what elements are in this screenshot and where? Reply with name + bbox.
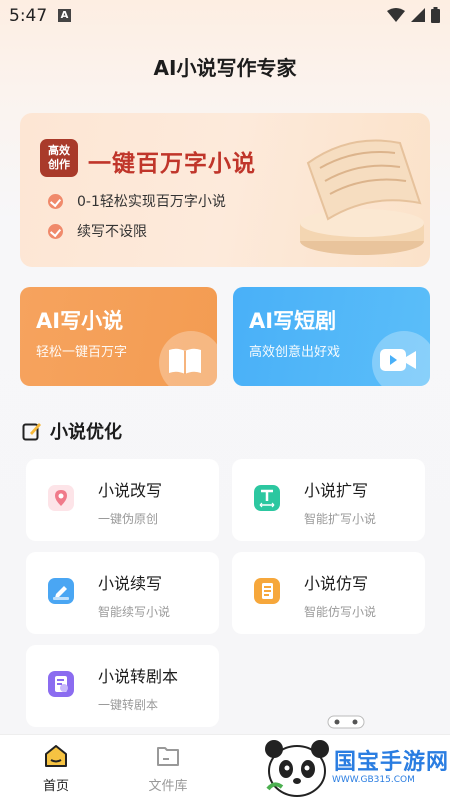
hero-banner[interactable]: 高效 创作 一键百万字小说 0-1轻松实现百万字小说 续写不设限	[20, 113, 430, 267]
book-icon	[169, 348, 201, 374]
wifi-icon	[387, 8, 405, 22]
tool-imitate[interactable]: 小说仿写 智能仿写小说	[232, 552, 425, 634]
home-icon	[45, 745, 67, 767]
tool-label: 小说续写	[98, 574, 163, 593]
tool-label: 小说改写	[98, 481, 163, 500]
ai-write-novel-card[interactable]: AI写小说 轻松一键百万字	[20, 287, 217, 386]
tool-expand[interactable]: 小说扩写 智能扩写小说	[232, 459, 425, 541]
battery-icon	[431, 7, 440, 23]
status-time: 5:47	[9, 6, 48, 26]
tool-desc: 智能扩写小说	[304, 512, 377, 526]
tool-desc: 智能仿写小说	[304, 605, 377, 619]
gamepad-icon	[327, 715, 365, 729]
signal-icon	[411, 8, 425, 22]
hero-feature-text: 0-1轻松实现百万字小说	[77, 194, 226, 210]
nav-label: 文件库	[148, 779, 188, 794]
pen-icon	[48, 578, 74, 604]
nav-home[interactable]: 首页	[26, 745, 86, 794]
hero-badge-line1: 高效	[48, 144, 70, 157]
hero-title: 一键百万字小说	[88, 151, 256, 177]
tool-label: 小说转剧本	[98, 667, 179, 686]
watermark-url: WWW.GB315.COM	[332, 775, 415, 785]
hero-badge: 高效 创作	[40, 139, 78, 177]
script-icon	[48, 671, 74, 697]
card-subtitle: 轻松一键百万字	[36, 345, 128, 360]
tool-rewrite[interactable]: 小说改写 一键伪原创	[26, 459, 219, 541]
tool-desc: 一键转剧本	[98, 698, 159, 712]
card-title: AI写小说	[36, 309, 124, 333]
notification-icon: A	[58, 9, 71, 22]
tool-to-script[interactable]: 小说转剧本 一键转剧本	[26, 645, 219, 727]
text-expand-icon	[254, 485, 280, 511]
status-icons	[387, 7, 440, 23]
card-title: AI写短剧	[249, 309, 337, 333]
nav-label: 首页	[42, 779, 69, 794]
nav-files[interactable]: 文件库	[138, 745, 198, 794]
book-stack-illustration	[300, 139, 424, 255]
tool-desc: 一键伪原创	[98, 512, 159, 526]
hero-badge-line2: 创作	[48, 158, 70, 171]
hero-feature: 0-1轻松实现百万字小说	[48, 191, 226, 211]
section-title: 小说优化	[50, 422, 122, 443]
status-bar: 5:47 A	[0, 0, 450, 32]
card-subtitle: 高效创意出好戏	[249, 345, 341, 360]
folder-icon	[157, 747, 179, 766]
location-pin-icon	[48, 485, 74, 511]
hero-feature-text: 续写不设限	[77, 224, 147, 240]
hero-feature: 续写不设限	[48, 221, 147, 241]
section-edit-icon	[22, 423, 41, 441]
check-icon	[48, 223, 63, 239]
tool-desc: 智能续写小说	[98, 605, 171, 619]
check-icon	[48, 193, 63, 209]
ai-write-drama-card[interactable]: AI写短剧 高效创意出好戏	[233, 287, 430, 386]
panda-logo	[265, 740, 329, 797]
tool-continue[interactable]: 小说续写 智能续写小说	[26, 552, 219, 634]
document-icon	[254, 578, 280, 604]
tool-label: 小说仿写	[304, 574, 369, 593]
tool-label: 小说扩写	[304, 481, 369, 500]
video-icon	[380, 349, 416, 371]
app-title: AI小说写作专家	[153, 56, 297, 80]
watermark-text: 国宝手游网	[334, 750, 450, 775]
